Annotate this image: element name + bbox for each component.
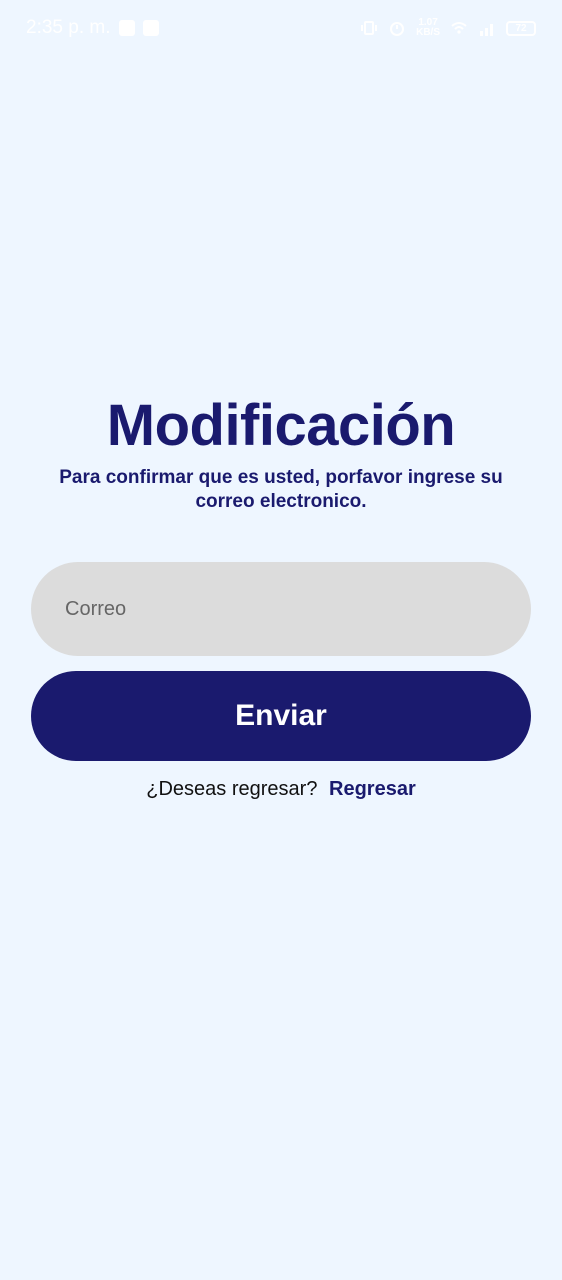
status-right: 1.07 KB/S 72 xyxy=(360,18,536,38)
back-prompt: ¿Deseas regresar? xyxy=(146,778,318,800)
vibrate-icon xyxy=(361,21,378,35)
email-input[interactable] xyxy=(63,596,499,622)
back-row: ¿Deseas regresar? Regresar xyxy=(0,778,562,801)
send-button[interactable]: Enviar xyxy=(31,671,531,761)
signal-icon xyxy=(480,24,493,36)
battery-level: 72 xyxy=(515,22,527,34)
status-time: 2:35 p. m. xyxy=(26,17,111,38)
network-speed-unit: KB/S xyxy=(416,27,440,38)
status-bar: 2:35 p. m. 1.07 KB/S 72 xyxy=(0,0,562,56)
app-notification-icon xyxy=(142,20,159,36)
email-field-container xyxy=(31,562,531,656)
wifi-icon xyxy=(451,22,467,34)
battery-icon: 72 xyxy=(506,20,536,36)
back-link[interactable]: Regresar xyxy=(329,778,416,800)
alarm-icon xyxy=(390,22,405,36)
message-notification-icon xyxy=(118,20,135,36)
page-subtitle: Para confirmar que es usted, porfavor in… xyxy=(59,467,503,512)
network-speed: 1.07 KB/S xyxy=(416,18,440,38)
status-left: 2:35 p. m. xyxy=(26,17,159,39)
page-title: Modificación xyxy=(106,393,456,458)
screen: 2:35 p. m. 1.07 KB/S 72 Modificación Par… xyxy=(0,0,562,1280)
